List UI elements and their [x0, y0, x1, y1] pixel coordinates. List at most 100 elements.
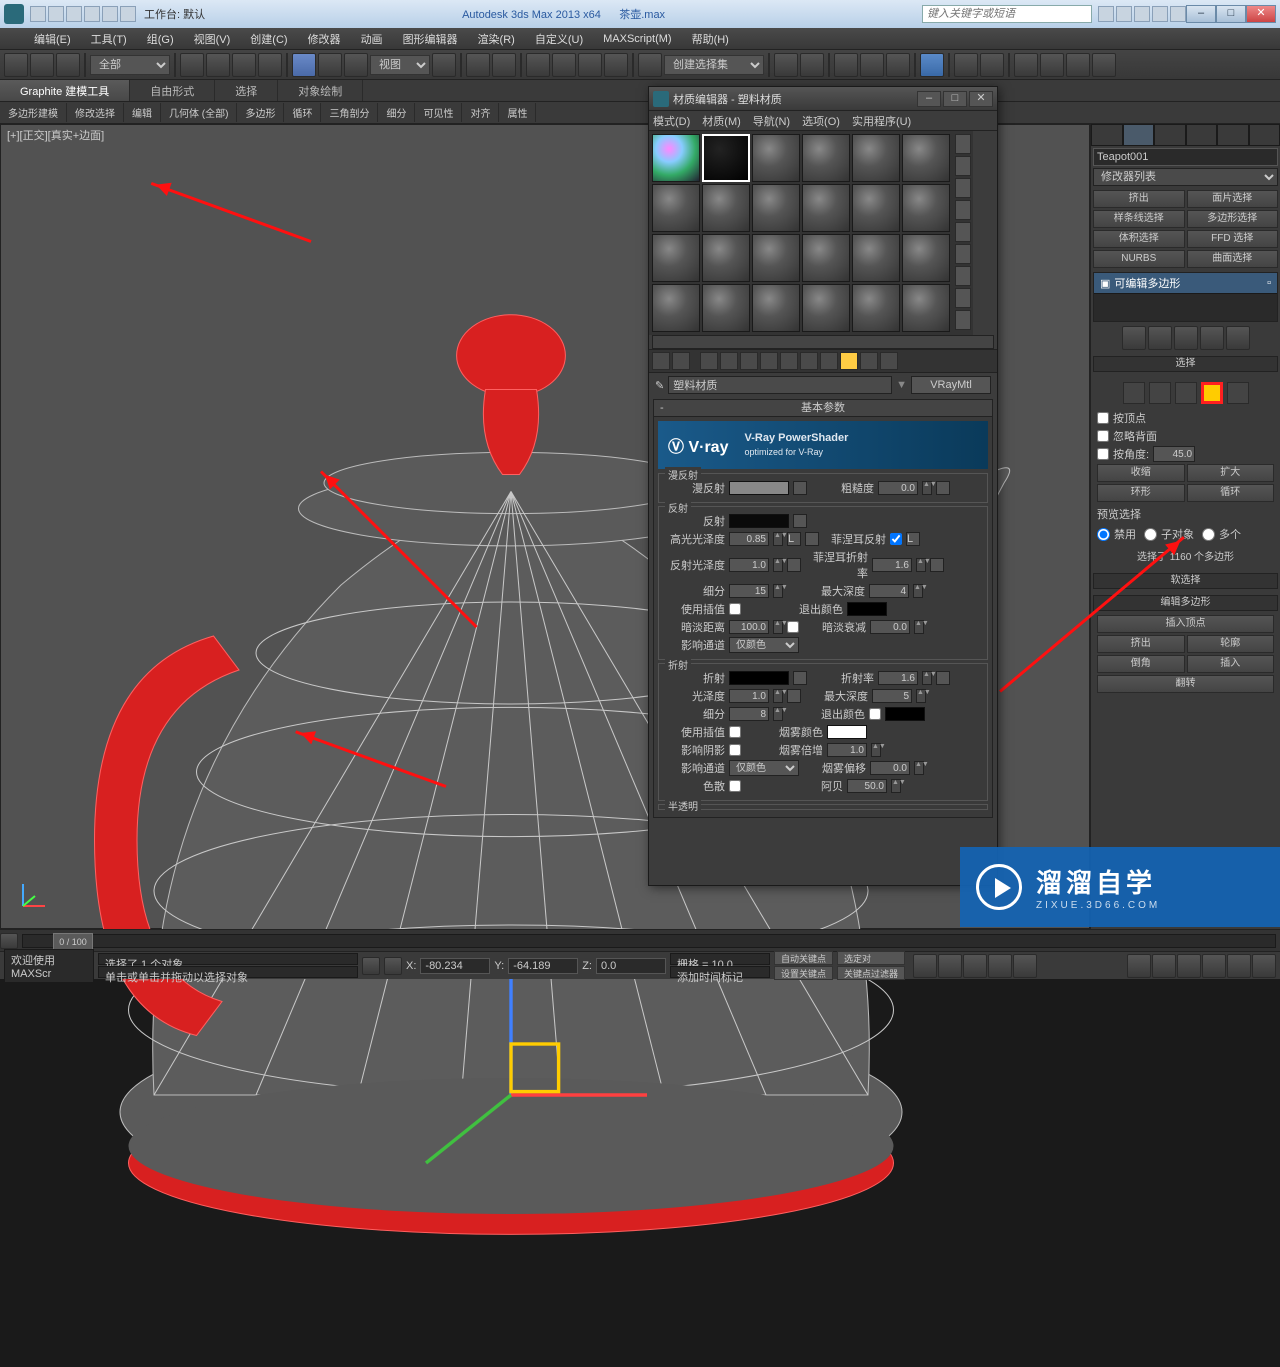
btn-inset[interactable]: 插入	[1187, 655, 1275, 673]
pin-stack-icon[interactable]	[1122, 326, 1146, 350]
unique-icon[interactable]	[1174, 326, 1198, 350]
render-frame-icon[interactable]	[980, 53, 1004, 77]
rpanel-props[interactable]: 属性	[499, 103, 536, 122]
menu-views[interactable]: 视图(V)	[184, 31, 241, 47]
menu-animation[interactable]: 动画	[351, 31, 393, 47]
btn-volsel[interactable]: 体积选择	[1093, 230, 1185, 248]
show-endresult-icon[interactable]	[840, 352, 858, 370]
lock-selection-icon[interactable]	[362, 957, 380, 975]
refr-gloss-input[interactable]	[729, 689, 769, 703]
refl-exit-swatch[interactable]	[847, 602, 887, 616]
undo-icon[interactable]	[84, 6, 100, 22]
put-to-scene-icon[interactable]	[672, 352, 690, 370]
shrink-button[interactable]: 收缩	[1097, 464, 1185, 482]
affect-shadows-checkbox[interactable]	[729, 744, 741, 756]
ribbon-tab-freeform[interactable]: 自由形式	[130, 80, 215, 101]
menu-tools[interactable]: 工具(T)	[81, 31, 137, 47]
refr-maxdepth-input[interactable]	[872, 689, 912, 703]
ior-input[interactable]	[878, 671, 918, 685]
rpanel-vis[interactable]: 可见性	[415, 103, 462, 122]
dim-falloff-input[interactable]	[870, 620, 910, 634]
rollout-basic-params[interactable]: 基本参数	[653, 399, 993, 417]
hilight-gloss-input[interactable]	[729, 532, 769, 546]
ribbon-tab-selection[interactable]: 选择	[215, 80, 278, 101]
backlight-icon[interactable]	[955, 156, 971, 176]
render-setup-icon[interactable]	[954, 53, 978, 77]
expand-icon[interactable]: ▣	[1100, 277, 1110, 290]
sample-uv-icon[interactable]	[955, 200, 971, 220]
named-selection-set[interactable]: 创建选择集	[664, 55, 764, 75]
curve-editor-icon[interactable]	[860, 53, 884, 77]
scale-icon[interactable]	[344, 53, 368, 77]
bind-icon[interactable]	[56, 53, 80, 77]
refr-subdiv-input[interactable]	[729, 707, 769, 721]
rpanel-polymodel[interactable]: 多边形建模	[0, 103, 67, 122]
abbe-input[interactable]	[847, 779, 887, 793]
sample-slot[interactable]	[752, 284, 800, 332]
sample-slot[interactable]	[902, 284, 950, 332]
redo-icon[interactable]	[102, 6, 118, 22]
rpanel-subdiv[interactable]: 细分	[378, 103, 415, 122]
lbtn[interactable]: L	[787, 532, 801, 546]
modify-tab-icon[interactable]	[1123, 124, 1155, 146]
teapot-render2-icon[interactable]	[1092, 53, 1116, 77]
sample-slot[interactable]	[852, 234, 900, 282]
background-icon[interactable]	[955, 178, 971, 198]
btn-splinesel[interactable]: 样条线选择	[1093, 210, 1185, 228]
btn-nurbs[interactable]: NURBS	[1093, 250, 1185, 268]
schematic-icon[interactable]	[886, 53, 910, 77]
prev-frame-icon[interactable]	[938, 954, 962, 978]
reflect-map-button[interactable]	[793, 514, 807, 528]
percent-snap-icon[interactable]	[578, 53, 602, 77]
sample-slot-selected[interactable]	[702, 134, 750, 182]
ref-coord-system[interactable]: 视图	[370, 55, 430, 75]
sample-slot[interactable]	[752, 184, 800, 232]
matid-icon[interactable]	[955, 310, 971, 330]
sample-slot[interactable]	[802, 284, 850, 332]
by-vertex-checkbox[interactable]: 按顶点	[1097, 410, 1274, 426]
help-search-input[interactable]	[922, 5, 1092, 23]
video-color-icon[interactable]	[955, 222, 971, 242]
rpanel-modsel[interactable]: 修改选择	[67, 103, 124, 122]
mateditor-close[interactable]: ✕	[969, 91, 993, 107]
keyboard-icon[interactable]	[492, 53, 516, 77]
dim-dist-input[interactable]	[729, 620, 769, 634]
menu-rendering[interactable]: 渲染(R)	[468, 31, 525, 47]
close-button[interactable]: ✕	[1246, 5, 1276, 23]
selection-filter[interactable]: 全部	[90, 55, 170, 75]
me-menu-utils[interactable]: 实用程序(U)	[852, 113, 911, 129]
fog-color-swatch[interactable]	[827, 725, 867, 739]
rollout-selection[interactable]: 选择	[1093, 356, 1278, 372]
fresnel-ior-input[interactable]	[872, 558, 912, 572]
btn-extrude2[interactable]: 挤出	[1097, 635, 1185, 653]
me-menu-modes[interactable]: 模式(D)	[653, 113, 690, 129]
ring-button[interactable]: 环形	[1097, 484, 1185, 502]
pan-icon[interactable]	[1127, 954, 1151, 978]
refr-interp-checkbox[interactable]	[729, 726, 741, 738]
polygon-level-icon[interactable]	[1201, 382, 1223, 404]
configure-icon[interactable]	[1226, 326, 1250, 350]
motion-tab-icon[interactable]	[1186, 124, 1218, 146]
remove-mod-icon[interactable]	[1200, 326, 1224, 350]
sample-slot[interactable]	[702, 284, 750, 332]
matid-channel-icon[interactable]	[800, 352, 818, 370]
btn-extrude[interactable]: 挤出	[1093, 190, 1185, 208]
render-iter-icon[interactable]	[1040, 53, 1064, 77]
keyfilter-button[interactable]: 关键点过滤器	[837, 966, 905, 980]
btn-surfsel[interactable]: 曲面选择	[1187, 250, 1279, 268]
select-by-mat-icon[interactable]	[955, 288, 971, 308]
sample-slot[interactable]	[902, 134, 950, 182]
roughness-map-button[interactable]	[936, 481, 950, 495]
selected-button[interactable]: 选定对	[837, 951, 905, 965]
grow-button[interactable]: 扩大	[1187, 464, 1275, 482]
goto-end-icon[interactable]	[1013, 954, 1037, 978]
zoom-icon[interactable]	[1152, 954, 1176, 978]
sample-slot[interactable]	[752, 134, 800, 182]
fresnel-checkbox[interactable]	[890, 533, 902, 545]
menu-group[interactable]: 组(G)	[137, 31, 184, 47]
vertex-level-icon[interactable]	[1123, 382, 1145, 404]
rpanel-loop[interactable]: 循环	[284, 103, 321, 122]
sample-slot[interactable]	[802, 184, 850, 232]
new-icon[interactable]	[30, 6, 46, 22]
edit-named-sel-icon[interactable]	[638, 53, 662, 77]
